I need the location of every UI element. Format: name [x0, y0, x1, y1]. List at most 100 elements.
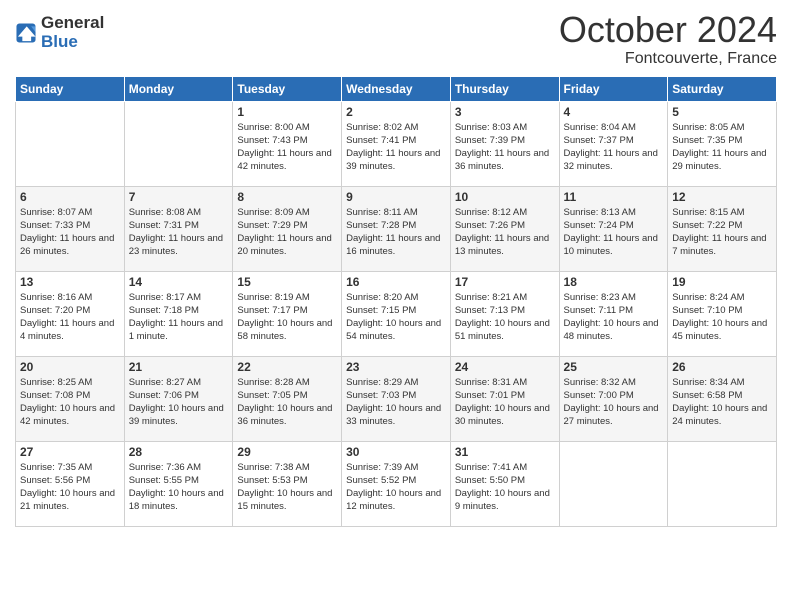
day-number: 1	[237, 105, 337, 119]
calendar-cell: 11 Sunrise: 8:13 AM Sunset: 7:24 PM Dayli…	[559, 186, 668, 271]
calendar-cell: 22 Sunrise: 8:28 AM Sunset: 7:05 PM Dayli…	[233, 356, 342, 441]
calendar-cell: 12Sunrise: 8:15 AM Sunset: 7:22 PM Dayli…	[668, 186, 777, 271]
day-info: Sunrise: 8:27 AM Sunset: 7:06 PM Dayligh…	[129, 376, 229, 429]
day-number: 28	[129, 445, 229, 459]
calendar-cell: 29 Sunrise: 7:38 AM Sunset: 5:53 PM Dayli…	[233, 441, 342, 526]
day-number: 10	[455, 190, 555, 204]
day-number: 9	[346, 190, 446, 204]
day-number: 15	[237, 275, 337, 289]
day-info: Sunrise: 8:13 AM Sunset: 7:24 PM Dayligh…	[564, 206, 664, 259]
calendar-cell: 1 Sunrise: 8:00 AM Sunset: 7:43 PM Daylig…	[233, 101, 342, 186]
logo: General Blue	[15, 14, 104, 51]
day-info: Sunrise: 8:24 AM Sunset: 7:10 PM Dayligh…	[672, 291, 772, 344]
calendar-cell	[124, 101, 233, 186]
calendar-table: Sunday Monday Tuesday Wednesday Thursday…	[15, 76, 777, 527]
location: Fontcouverte, France	[559, 50, 777, 68]
calendar-cell: 14 Sunrise: 8:17 AM Sunset: 7:18 PM Dayli…	[124, 271, 233, 356]
day-number: 24	[455, 360, 555, 374]
day-number: 25	[564, 360, 664, 374]
day-info: Sunrise: 8:31 AM Sunset: 7:01 PM Dayligh…	[455, 376, 555, 429]
calendar-cell: 7 Sunrise: 8:08 AM Sunset: 7:31 PM Daylig…	[124, 186, 233, 271]
calendar-cell	[668, 441, 777, 526]
calendar-week-row: 6 Sunrise: 8:07 AM Sunset: 7:33 PM Daylig…	[16, 186, 777, 271]
calendar-cell: 18 Sunrise: 8:23 AM Sunset: 7:11 PM Dayli…	[559, 271, 668, 356]
day-info: Sunrise: 8:21 AM Sunset: 7:13 PM Dayligh…	[455, 291, 555, 344]
logo-blue: Blue	[41, 33, 104, 52]
day-number: 20	[20, 360, 120, 374]
header-saturday: Saturday	[668, 76, 777, 101]
day-number: 19	[672, 275, 772, 289]
day-number: 26	[672, 360, 772, 374]
calendar-cell	[559, 441, 668, 526]
day-info: Sunrise: 8:32 AM Sunset: 7:00 PM Dayligh…	[564, 376, 664, 429]
day-info: Sunrise: 8:17 AM Sunset: 7:18 PM Dayligh…	[129, 291, 229, 344]
day-number: 31	[455, 445, 555, 459]
header-sunday: Sunday	[16, 76, 125, 101]
calendar-week-row: 27Sunrise: 7:35 AM Sunset: 5:56 PM Dayli…	[16, 441, 777, 526]
day-info: Sunrise: 7:36 AM Sunset: 5:55 PM Dayligh…	[129, 461, 229, 514]
calendar-cell: 16 Sunrise: 8:20 AM Sunset: 7:15 PM Dayli…	[342, 271, 451, 356]
day-number: 18	[564, 275, 664, 289]
logo-icon	[15, 22, 37, 44]
calendar-week-row: 1 Sunrise: 8:00 AM Sunset: 7:43 PM Daylig…	[16, 101, 777, 186]
day-info: Sunrise: 8:08 AM Sunset: 7:31 PM Dayligh…	[129, 206, 229, 259]
day-info: Sunrise: 7:38 AM Sunset: 5:53 PM Dayligh…	[237, 461, 337, 514]
day-number: 7	[129, 190, 229, 204]
calendar-cell: 3Sunrise: 8:03 AM Sunset: 7:39 PM Daylig…	[450, 101, 559, 186]
day-info: Sunrise: 8:02 AM Sunset: 7:41 PM Dayligh…	[346, 121, 446, 174]
page-header: General Blue October 2024 Fontcouverte, …	[15, 10, 777, 68]
day-info: Sunrise: 8:05 AM Sunset: 7:35 PM Dayligh…	[672, 121, 772, 174]
day-info: Sunrise: 7:41 AM Sunset: 5:50 PM Dayligh…	[455, 461, 555, 514]
day-info: Sunrise: 8:00 AM Sunset: 7:43 PM Dayligh…	[237, 121, 337, 174]
calendar-cell: 19 Sunrise: 8:24 AM Sunset: 7:10 PM Dayli…	[668, 271, 777, 356]
calendar-cell	[16, 101, 125, 186]
calendar-cell: 27Sunrise: 7:35 AM Sunset: 5:56 PM Dayli…	[16, 441, 125, 526]
calendar-page: General Blue October 2024 Fontcouverte, …	[0, 0, 792, 612]
logo-general: General	[41, 14, 104, 33]
day-info: Sunrise: 8:07 AM Sunset: 7:33 PM Dayligh…	[20, 206, 120, 259]
calendar-cell: 8Sunrise: 8:09 AM Sunset: 7:29 PM Daylig…	[233, 186, 342, 271]
day-info: Sunrise: 7:35 AM Sunset: 5:56 PM Dayligh…	[20, 461, 120, 514]
day-number: 22	[237, 360, 337, 374]
month-title: October 2024	[559, 10, 777, 50]
title-block: October 2024 Fontcouverte, France	[559, 10, 777, 68]
day-info: Sunrise: 8:03 AM Sunset: 7:39 PM Dayligh…	[455, 121, 555, 174]
day-number: 30	[346, 445, 446, 459]
day-info: Sunrise: 8:20 AM Sunset: 7:15 PM Dayligh…	[346, 291, 446, 344]
day-info: Sunrise: 8:12 AM Sunset: 7:26 PM Dayligh…	[455, 206, 555, 259]
day-number: 5	[672, 105, 772, 119]
day-info: Sunrise: 7:39 AM Sunset: 5:52 PM Dayligh…	[346, 461, 446, 514]
calendar-cell: 26Sunrise: 8:34 AM Sunset: 6:58 PM Dayli…	[668, 356, 777, 441]
day-number: 6	[20, 190, 120, 204]
calendar-cell: 28 Sunrise: 7:36 AM Sunset: 5:55 PM Dayli…	[124, 441, 233, 526]
day-number: 29	[237, 445, 337, 459]
calendar-cell: 9Sunrise: 8:11 AM Sunset: 7:28 PM Daylig…	[342, 186, 451, 271]
day-info: Sunrise: 8:29 AM Sunset: 7:03 PM Dayligh…	[346, 376, 446, 429]
day-number: 4	[564, 105, 664, 119]
day-number: 8	[237, 190, 337, 204]
day-info: Sunrise: 8:28 AM Sunset: 7:05 PM Dayligh…	[237, 376, 337, 429]
calendar-cell: 5 Sunrise: 8:05 AM Sunset: 7:35 PM Daylig…	[668, 101, 777, 186]
day-info: Sunrise: 8:19 AM Sunset: 7:17 PM Dayligh…	[237, 291, 337, 344]
calendar-week-row: 20Sunrise: 8:25 AM Sunset: 7:08 PM Dayli…	[16, 356, 777, 441]
calendar-cell: 30 Sunrise: 7:39 AM Sunset: 5:52 PM Dayli…	[342, 441, 451, 526]
day-number: 16	[346, 275, 446, 289]
logo-text: General Blue	[41, 14, 104, 51]
calendar-cell: 6 Sunrise: 8:07 AM Sunset: 7:33 PM Daylig…	[16, 186, 125, 271]
calendar-cell: 25 Sunrise: 8:32 AM Sunset: 7:00 PM Dayli…	[559, 356, 668, 441]
header-wednesday: Wednesday	[342, 76, 451, 101]
calendar-cell: 2Sunrise: 8:02 AM Sunset: 7:41 PM Daylig…	[342, 101, 451, 186]
day-info: Sunrise: 8:23 AM Sunset: 7:11 PM Dayligh…	[564, 291, 664, 344]
day-number: 11	[564, 190, 664, 204]
day-info: Sunrise: 8:04 AM Sunset: 7:37 PM Dayligh…	[564, 121, 664, 174]
day-number: 17	[455, 275, 555, 289]
header-monday: Monday	[124, 76, 233, 101]
day-number: 14	[129, 275, 229, 289]
calendar-cell: 23Sunrise: 8:29 AM Sunset: 7:03 PM Dayli…	[342, 356, 451, 441]
calendar-cell: 10 Sunrise: 8:12 AM Sunset: 7:26 PM Dayli…	[450, 186, 559, 271]
day-number: 21	[129, 360, 229, 374]
calendar-week-row: 13Sunrise: 8:16 AM Sunset: 7:20 PM Dayli…	[16, 271, 777, 356]
calendar-cell: 24 Sunrise: 8:31 AM Sunset: 7:01 PM Dayli…	[450, 356, 559, 441]
header-tuesday: Tuesday	[233, 76, 342, 101]
day-info: Sunrise: 8:15 AM Sunset: 7:22 PM Dayligh…	[672, 206, 772, 259]
